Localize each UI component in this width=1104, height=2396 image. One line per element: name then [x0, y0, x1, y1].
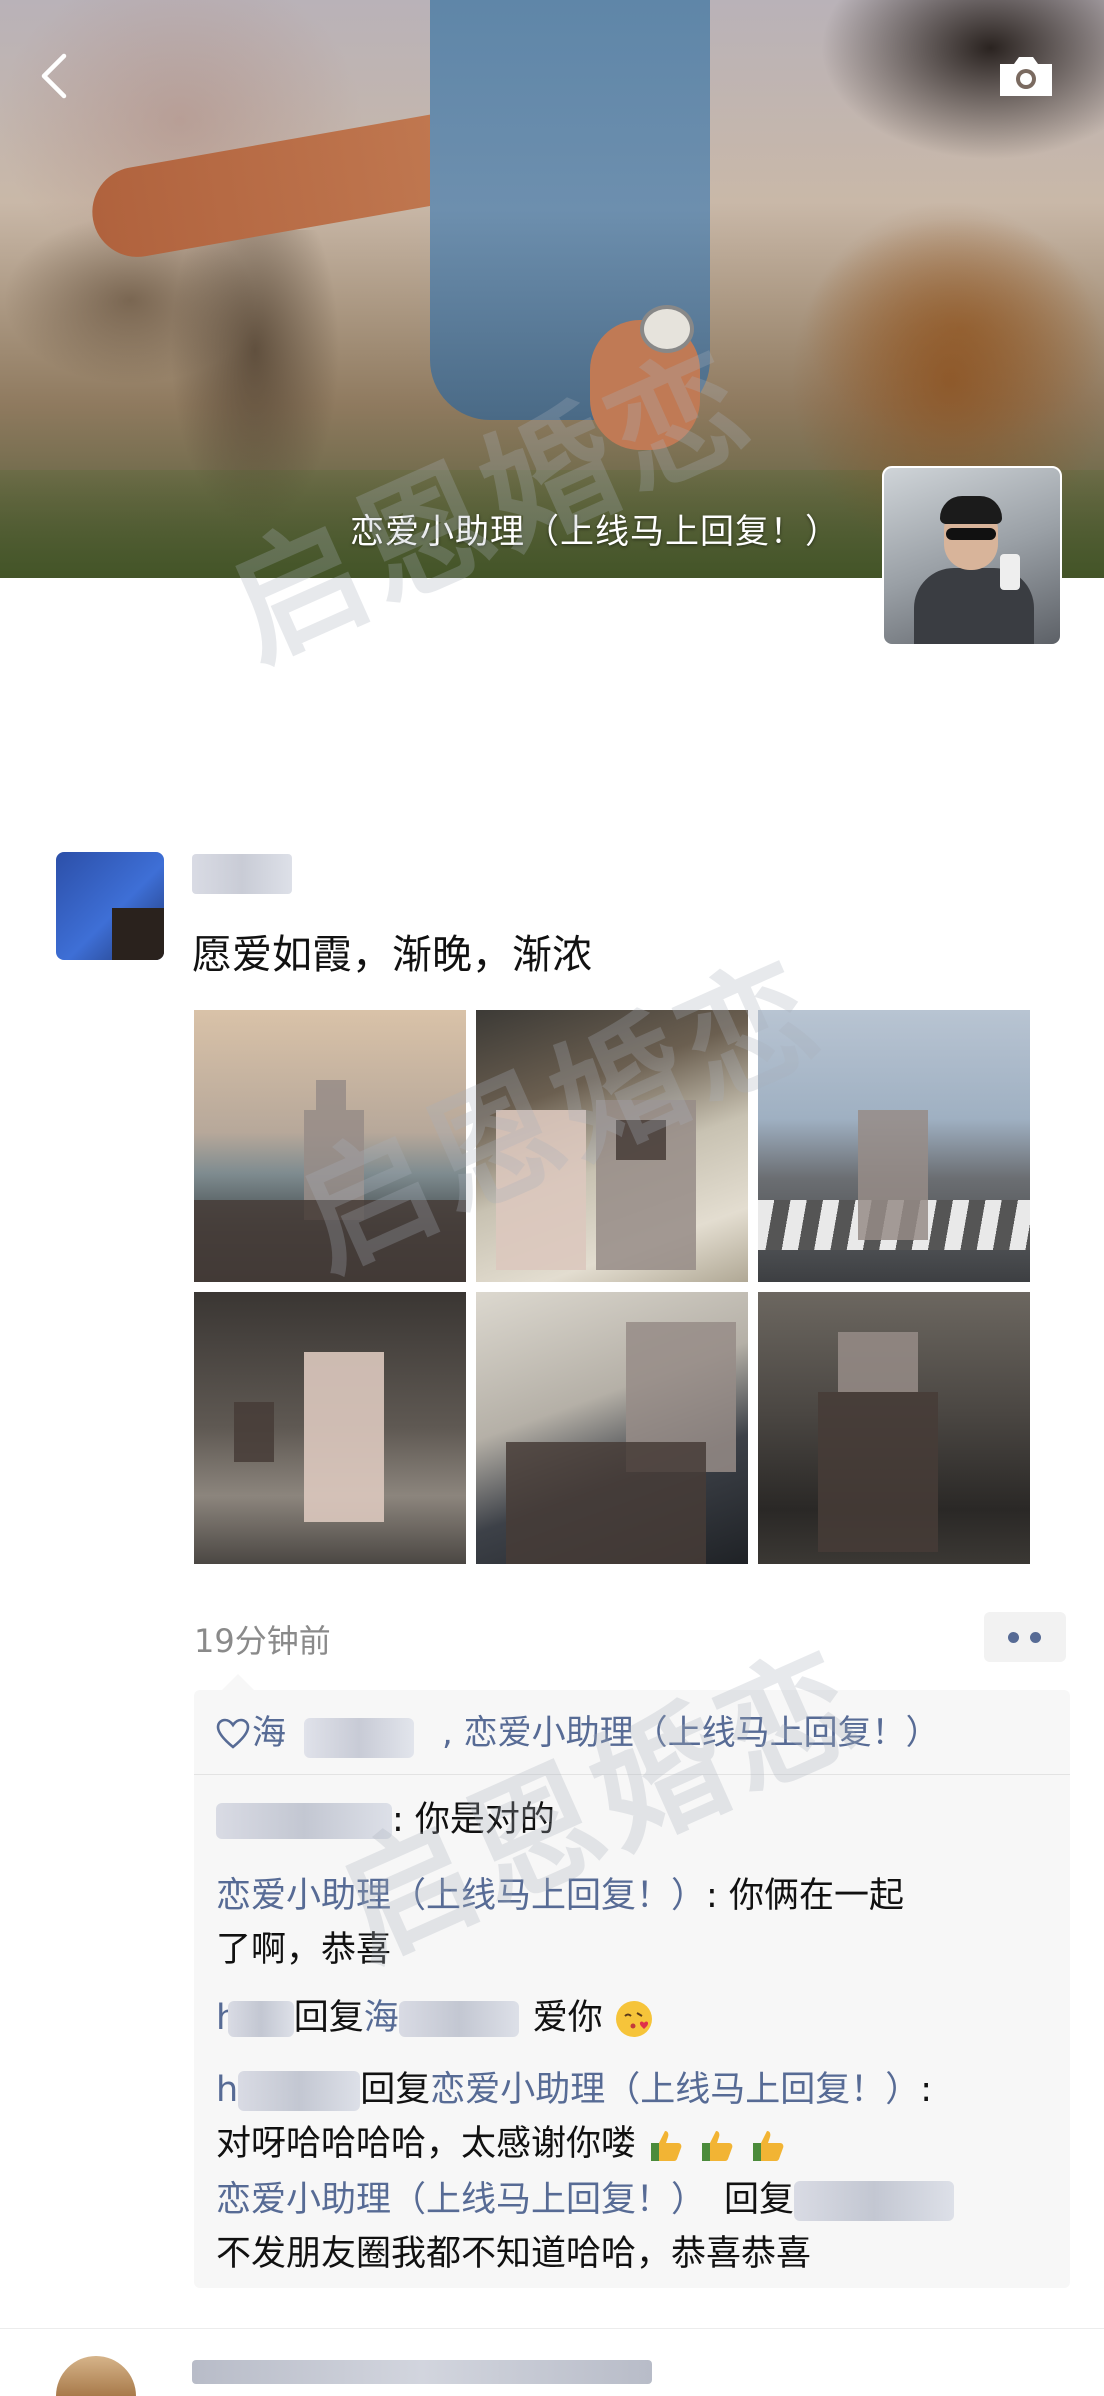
post-author-name-blurred[interactable] [192, 854, 292, 894]
thumbs-up-icon [651, 2131, 682, 2161]
more-actions-button[interactable] [984, 1612, 1066, 1662]
comment-4-author[interactable]: h [216, 2070, 238, 2110]
post-author-avatar[interactable] [56, 852, 164, 960]
camera-icon[interactable] [996, 52, 1056, 100]
comment-2-author[interactable]: 恋爱小助理（上线马上回复！） [216, 1876, 706, 1916]
like-user-1[interactable]: 海 [252, 1704, 286, 1762]
profile-avatar[interactable] [882, 466, 1062, 646]
thumbs-up-icon [753, 2131, 784, 2161]
kissing-face-heart-icon [615, 2001, 652, 2037]
likes-row: 海 , 恋爱小助理（上线马上回复！） [216, 1704, 1056, 1762]
post-text: 愿爱如霞，渐晚，渐浓 [192, 932, 592, 978]
photo-5[interactable] [476, 1292, 748, 1564]
photo-4[interactable] [194, 1292, 466, 1564]
comment-4-target[interactable]: 恋爱小助理（上线马上回复！） [430, 2070, 920, 2110]
photo-1[interactable] [194, 1010, 466, 1282]
like-user-1-blurred [304, 1718, 414, 1758]
divider [194, 1774, 1070, 1775]
comment-2[interactable]: 恋爱小助理（上线马上回复！）: 你俩在一起 [216, 1870, 904, 1922]
comment-3-target[interactable]: 海 [364, 1998, 399, 2038]
like-user-2[interactable]: 恋爱小助理（上线马上回复！） [464, 1713, 940, 1753]
comments-panel: 海 , 恋爱小助理（上线马上回复！） : 你是对的 恋爱小助理（上线马上回复！）… [194, 1674, 1070, 2288]
comment-1[interactable]: : 你是对的 [216, 1794, 555, 1846]
comment-4[interactable]: h 回复恋爱小助理（上线马上回复！）: [216, 2064, 932, 2116]
chevron-left-icon[interactable] [36, 52, 76, 100]
comment-5[interactable]: 恋爱小助理（上线马上回复！） 回复 [216, 2174, 955, 2226]
comment-1-author-blurred [216, 1803, 392, 1839]
divider [0, 2328, 1104, 2329]
comment-4-cont: 对呀哈哈哈哈，太感谢你喽 [216, 2118, 789, 2170]
photo-2[interactable] [476, 1010, 748, 1282]
heart-outline-icon [216, 1718, 250, 1749]
cover-hair [820, 0, 1104, 160]
next-post-preview [192, 2360, 652, 2384]
next-post-avatar[interactable] [56, 2356, 136, 2396]
comment-5-target-blurred [794, 2181, 955, 2221]
more-dots-icon [1008, 1632, 1019, 1643]
photo-grid [194, 1010, 1030, 1564]
comment-3[interactable]: ham回复海爱你 [216, 1992, 654, 2044]
photo-6[interactable] [758, 1292, 1030, 1564]
post-timestamp: 19分钟前 [194, 1622, 331, 1660]
profile-name: 恋爱小助理（上线马上回复！） [350, 512, 840, 552]
comment-2-cont: 了啊，恭喜 [216, 1930, 392, 1970]
thumbs-up-icon [702, 2131, 733, 2161]
comment-5-author[interactable]: 恋爱小助理（上线马上回复！） [216, 2180, 706, 2220]
photo-3[interactable] [758, 1010, 1030, 1282]
comment-5-cont: 不发朋友圈我都不知道哈哈，恭喜恭喜 [216, 2234, 812, 2274]
cover-watch [640, 305, 694, 353]
